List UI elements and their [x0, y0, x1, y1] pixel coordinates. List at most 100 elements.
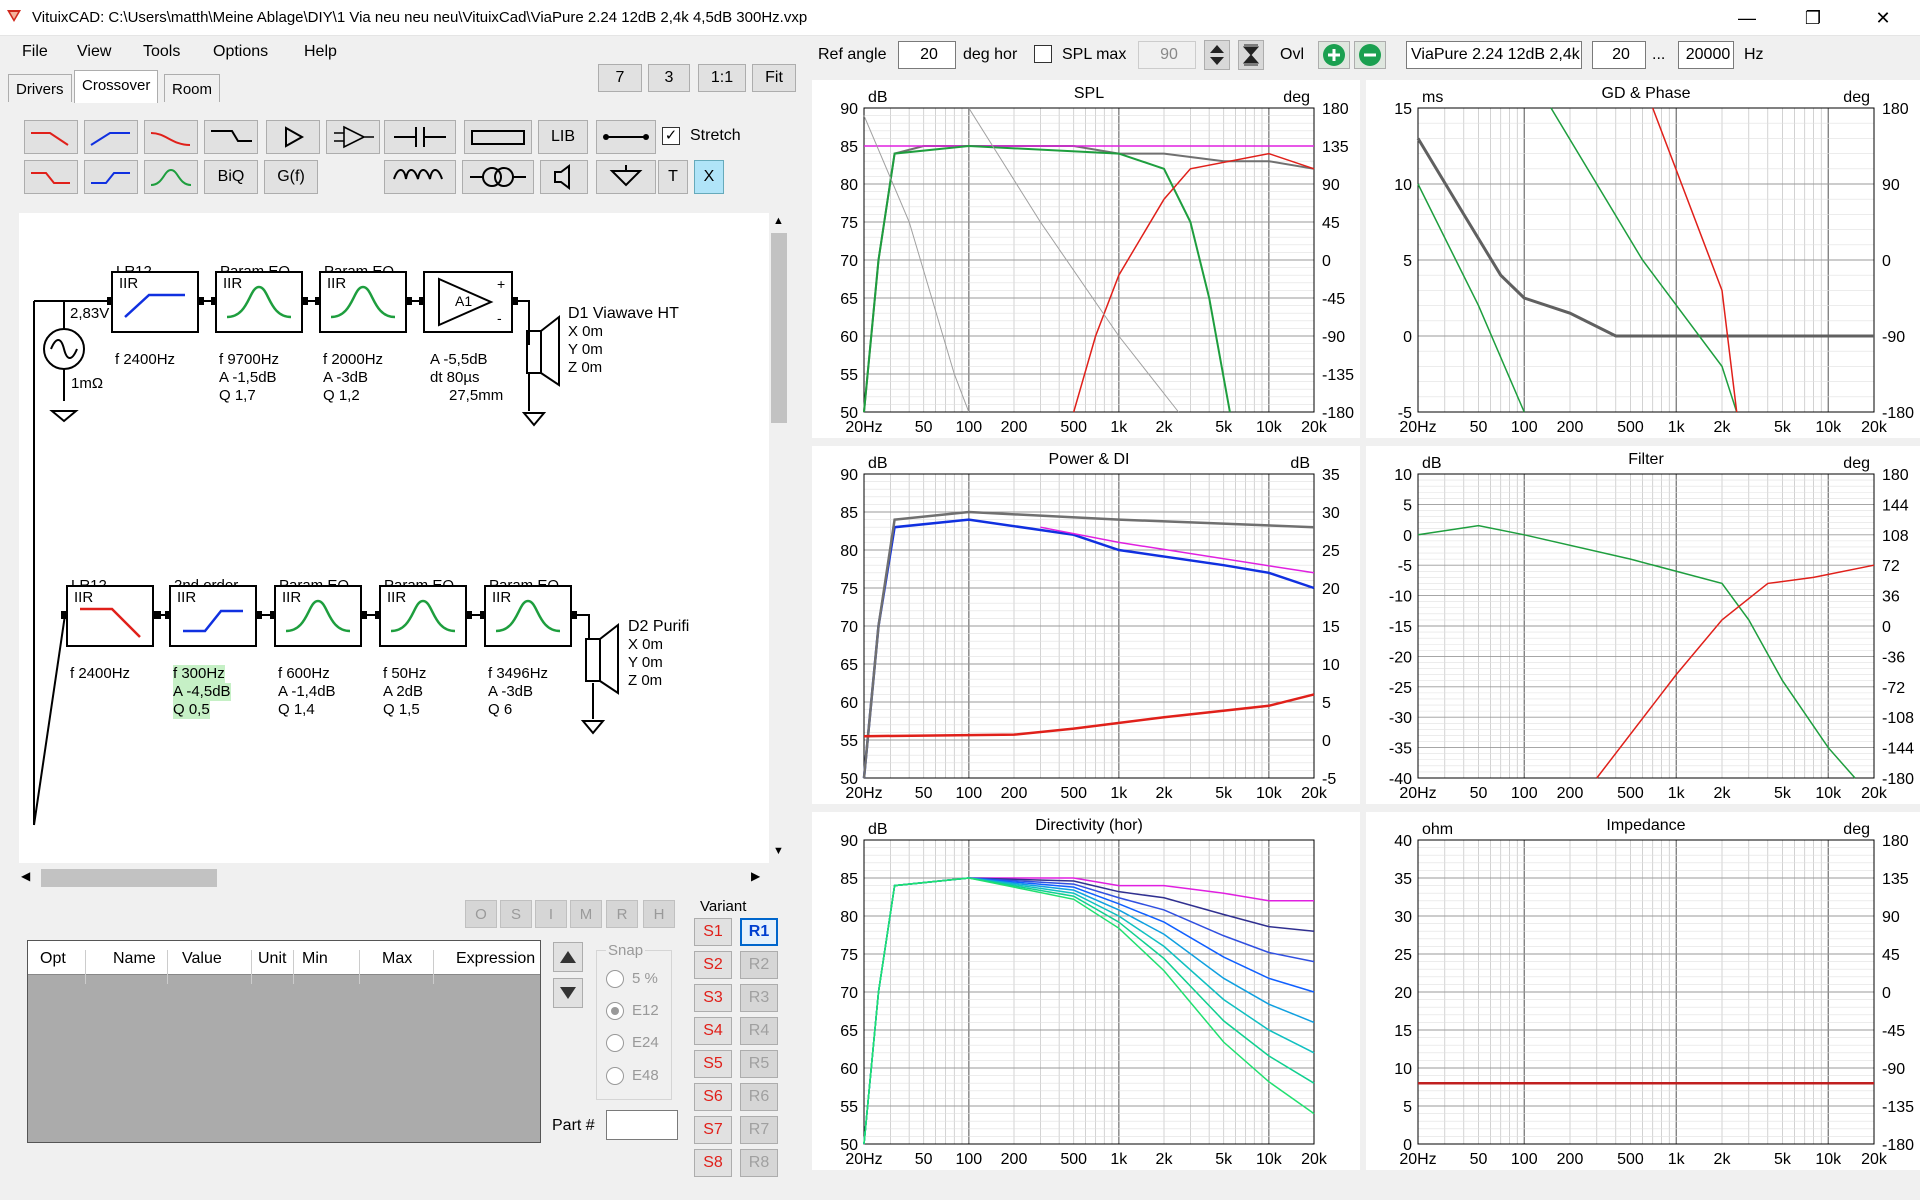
tab-drivers[interactable]: Drivers: [8, 74, 72, 102]
range-button[interactable]: [1238, 40, 1264, 70]
menu-help[interactable]: Help: [304, 43, 337, 61]
close-button[interactable]: ✕: [1860, 0, 1906, 36]
second-order-block[interactable]: IIR: [169, 585, 257, 647]
spin-updown-button[interactable]: [1204, 40, 1230, 70]
variant-s8-button[interactable]: S8: [694, 1149, 732, 1177]
peq-green-button[interactable]: [144, 160, 198, 194]
schematic-canvas[interactable]: LR12 IIR f 2400Hz Param EQ IIR f 9700Hz …: [19, 213, 769, 863]
filter-chart[interactable]: 10 5 0 -5 -10 -15 -20 -25 -30 -35 -40 180 144 108 72 36…: [1366, 446, 1920, 804]
variant-r7-button[interactable]: R7: [740, 1116, 778, 1144]
remove-overlay-button[interactable]: [1354, 41, 1386, 69]
opt-button-r[interactable]: R: [606, 900, 638, 928]
opt-button-o[interactable]: O: [465, 900, 497, 928]
peq-block[interactable]: IIR: [319, 271, 407, 333]
freq-max-input[interactable]: 20000: [1678, 41, 1734, 69]
highpass-blue-button[interactable]: [84, 120, 138, 154]
col-header-opt[interactable]: Opt: [40, 950, 86, 984]
transfer-function-button[interactable]: G(f): [264, 160, 318, 194]
scroll-right-icon[interactable]: ▶: [751, 869, 760, 883]
overlay-name-input[interactable]: ViaPure 2.24 12dB 2,4k: [1406, 41, 1582, 69]
ground-button[interactable]: [596, 160, 656, 194]
col-header-min[interactable]: Min: [296, 950, 360, 984]
minimize-button[interactable]: —: [1724, 0, 1770, 36]
ref-angle-input[interactable]: 20: [898, 41, 956, 69]
freq-min-input[interactable]: 20: [1592, 41, 1646, 69]
opt-button-m[interactable]: M: [570, 900, 602, 928]
col-header-max[interactable]: Max: [362, 950, 434, 984]
variant-r6-button[interactable]: R6: [740, 1083, 778, 1111]
power-di-chart[interactable]: 90 85 80 75 70 65 60 55 50 35 30 25 20 15 10 5 0 -5 20Hz 50…: [812, 446, 1360, 804]
lib-button[interactable]: LIB: [538, 120, 588, 154]
tab-crossover[interactable]: Crossover: [74, 70, 159, 103]
scroll-thumb[interactable]: [771, 233, 787, 423]
gain-triangle-button[interactable]: [266, 120, 320, 154]
col-header-unit[interactable]: Unit: [254, 950, 294, 984]
variant-s2-button[interactable]: S2: [694, 951, 732, 979]
lr12-block-hp[interactable]: IIR: [111, 271, 199, 333]
allpass-red-button[interactable]: [144, 120, 198, 154]
spl-max-input[interactable]: 90: [1138, 41, 1196, 69]
scroll-up-icon[interactable]: ▲: [773, 215, 784, 227]
tab-room[interactable]: Room: [164, 74, 221, 102]
scroll-down-icon[interactable]: ▼: [773, 845, 784, 857]
lowpass-red-button[interactable]: [24, 120, 78, 154]
peq-block[interactable]: IIR: [215, 271, 303, 333]
gd-phase-chart[interactable]: 15 10 5 0 -5 180 90 0 -90 -180 20Hz 50 100 200 500 1k 2k…: [1366, 80, 1920, 438]
col-header-expression[interactable]: Expression: [436, 950, 540, 984]
variant-r8-button[interactable]: R8: [740, 1149, 778, 1177]
highpass-blue-2-button[interactable]: [84, 160, 138, 194]
amplifier-block[interactable]: + - A1: [423, 271, 513, 333]
opt-button-s[interactable]: S: [500, 900, 532, 928]
move-up-button[interactable]: [553, 942, 583, 972]
part-number-input[interactable]: [606, 1110, 678, 1140]
menu-options[interactable]: Options: [213, 43, 268, 61]
zoom-7-button[interactable]: 7: [598, 64, 642, 92]
wire-button[interactable]: [596, 120, 656, 154]
opt-button-h[interactable]: H: [643, 900, 675, 928]
lowpass-red-2-button[interactable]: [24, 160, 78, 194]
lr12-block-lp[interactable]: IIR: [66, 585, 154, 647]
biquad-button[interactable]: BiQ: [204, 160, 258, 194]
menu-tools[interactable]: Tools: [143, 43, 180, 61]
snap-e48-radio[interactable]: [606, 1067, 624, 1085]
opt-button-i[interactable]: I: [535, 900, 567, 928]
variant-r2-button[interactable]: R2: [740, 951, 778, 979]
variant-r4-button[interactable]: R4: [740, 1017, 778, 1045]
variant-s4-button[interactable]: S4: [694, 1017, 732, 1045]
variant-s3-button[interactable]: S3: [694, 984, 732, 1012]
stretch-checkbox[interactable]: ✓: [662, 127, 680, 145]
zoom-fit-button[interactable]: Fit: [752, 64, 796, 92]
spl-chart[interactable]: 90 85 80 75 70 65 60 55 50 180 135 90 45 0 -45 -90 -135-…: [812, 80, 1360, 438]
menu-view[interactable]: View: [77, 43, 111, 61]
col-header-value[interactable]: Value: [170, 950, 252, 984]
variant-s7-button[interactable]: S7: [694, 1116, 732, 1144]
variant-r3-button[interactable]: R3: [740, 984, 778, 1012]
delete-x-button[interactable]: X: [694, 160, 724, 194]
variant-r5-button[interactable]: R5: [740, 1050, 778, 1078]
peq-block[interactable]: IIR: [379, 585, 467, 647]
variant-s5-button[interactable]: S5: [694, 1050, 732, 1078]
add-overlay-button[interactable]: [1318, 41, 1350, 69]
impedance-chart[interactable]: 40 35 30 25 20 15 10 5 0 180 135 90 45 0 -45 -90 -135 -18…: [1366, 812, 1920, 1170]
scroll-thumb[interactable]: [41, 869, 217, 887]
capacitor-button[interactable]: [384, 120, 456, 154]
schematic-horizontal-scrollbar[interactable]: ◀ ▶: [19, 863, 769, 891]
parameter-table[interactable]: Opt Name Value Unit Min Max Expression: [27, 940, 541, 1143]
col-header-name[interactable]: Name: [88, 950, 168, 984]
shelf-button[interactable]: [204, 120, 258, 154]
speaker-button[interactable]: [540, 160, 588, 194]
resistor-button[interactable]: [464, 120, 532, 154]
move-down-button[interactable]: [553, 978, 583, 1008]
variant-s6-button[interactable]: S6: [694, 1083, 732, 1111]
snap-5pct-radio[interactable]: [606, 970, 624, 988]
text-button[interactable]: T: [658, 160, 688, 194]
restore-button[interactable]: ❐: [1790, 0, 1836, 36]
menu-file[interactable]: File: [22, 43, 48, 61]
peq-block[interactable]: IIR: [274, 585, 362, 647]
zoom-1-1-button[interactable]: 1:1: [698, 64, 746, 92]
peq-block[interactable]: IIR: [484, 585, 572, 647]
snap-e12-radio[interactable]: [606, 1002, 624, 1020]
inductor-button[interactable]: [384, 160, 456, 194]
spl-max-checkbox[interactable]: [1034, 45, 1052, 63]
scroll-left-icon[interactable]: ◀: [21, 869, 30, 883]
